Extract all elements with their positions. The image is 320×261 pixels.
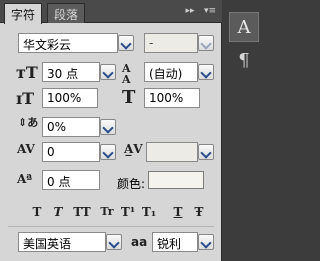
subscript-button[interactable]: T₁ — [141, 205, 157, 221]
separator — [8, 226, 214, 227]
faux-italic-button[interactable]: T — [50, 205, 66, 221]
language-field[interactable]: 美国英语 — [18, 232, 106, 252]
kerning-icon: AV — [17, 142, 35, 156]
antialias-icon: aa — [131, 235, 148, 249]
leading-dropdown[interactable] — [198, 64, 214, 80]
tab-character[interactable]: 字符 — [4, 3, 43, 24]
tracking-field[interactable] — [146, 142, 198, 162]
font-size-icon: ᴛT — [16, 63, 38, 82]
font-style-dropdown[interactable] — [198, 35, 214, 51]
vertical-scale-icon: ɪT — [16, 89, 34, 108]
vertical-scale-field[interactable]: 100% — [42, 88, 98, 108]
kerning-dropdown[interactable] — [100, 144, 116, 160]
font-family-dropdown[interactable] — [118, 35, 134, 51]
faux-bold-button[interactable]: T — [29, 205, 45, 221]
font-size-dropdown[interactable] — [100, 64, 116, 80]
baseline-shift-field[interactable]: 0% — [42, 117, 100, 137]
small-caps-button[interactable]: Tr — [97, 205, 117, 221]
tsume-icon: Aª — [17, 172, 33, 186]
antialias-dropdown[interactable] — [198, 234, 214, 250]
tab-bar: 字符 段落 ▸▸ ▾≡ — [0, 0, 222, 24]
character-panel: 字符 段落 ▸▸ ▾≡ 华文彩云 - ᴛT 30 点 AA (自动) ɪT 10… — [0, 0, 222, 261]
color-swatch[interactable] — [148, 171, 204, 189]
strikethrough-button[interactable]: Ŧ — [191, 205, 207, 221]
horizontal-scale-icon: T — [122, 87, 136, 108]
collapse-icon[interactable]: ▸▸ — [182, 4, 198, 18]
language-dropdown[interactable] — [106, 234, 122, 250]
paragraph-panel-icon[interactable]: ¶ — [229, 46, 259, 76]
baseline-shift-icon: ⇕あ — [18, 116, 39, 129]
tracking-icon: A̲V — [124, 142, 143, 156]
font-style-field[interactable]: - — [144, 33, 198, 53]
horizontal-scale-field[interactable]: 100% — [144, 88, 200, 108]
font-size-field[interactable]: 30 点 — [42, 62, 100, 82]
baseline-shift-dropdown[interactable] — [100, 119, 116, 135]
leading-field[interactable]: (自动) — [144, 62, 198, 82]
panel-menu-icon[interactable]: ▾≡ — [202, 4, 218, 18]
tracking-dropdown[interactable] — [198, 144, 214, 160]
tsume-field[interactable]: 0 点 — [42, 170, 100, 190]
color-label: 颜色: — [117, 177, 146, 191]
tab-paragraph[interactable]: 段落 — [47, 3, 86, 23]
font-family-field[interactable]: 华文彩云 — [18, 33, 118, 53]
kerning-field[interactable]: 0 — [42, 142, 100, 162]
all-caps-button[interactable]: TT — [71, 205, 93, 221]
character-panel-icon[interactable]: A — [229, 12, 259, 42]
antialias-field[interactable]: 锐利 — [152, 232, 198, 252]
leading-icon: AA — [122, 62, 131, 86]
superscript-button[interactable]: T¹ — [120, 205, 136, 221]
underline-button[interactable]: T — [170, 205, 186, 221]
side-dock: A ¶ — [226, 0, 262, 261]
